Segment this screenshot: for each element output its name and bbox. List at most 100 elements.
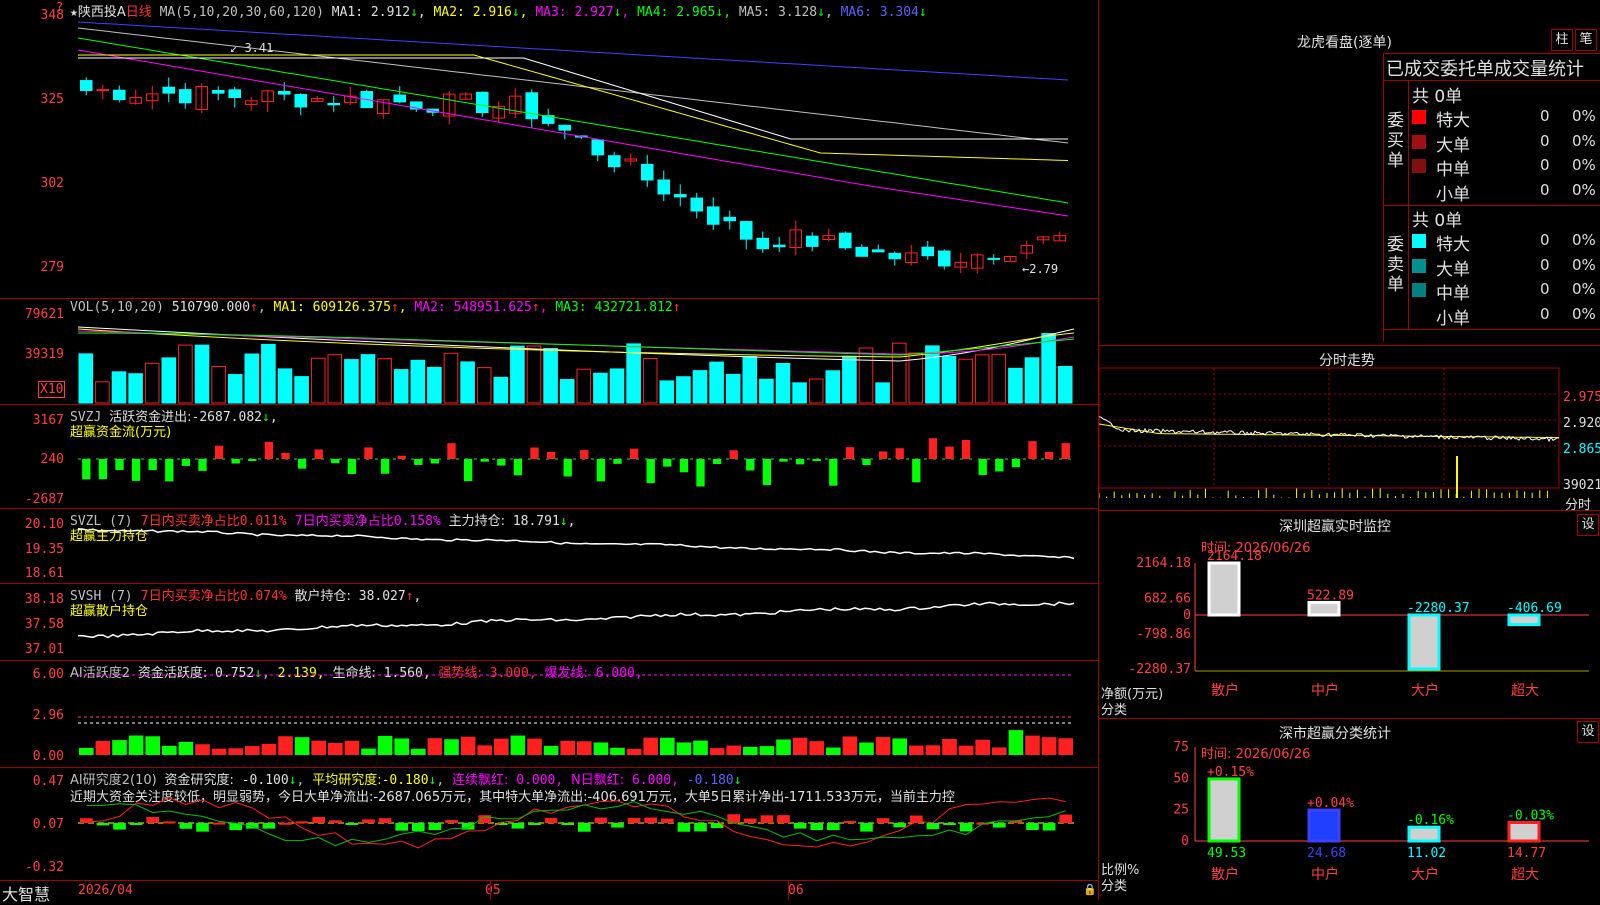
research-bar bbox=[926, 823, 940, 830]
flow-bar bbox=[165, 459, 174, 482]
flow-bar bbox=[995, 459, 1004, 472]
order-row: 大单 0 0% bbox=[1412, 255, 1600, 280]
sz-monitor-panel: 深圳超赢实时监控 设 时间: 2026/06/26 2164.18 682.66 0… bbox=[1099, 510, 1600, 719]
pen-mode-button[interactable]: 笔 bbox=[1575, 29, 1597, 51]
research-bar bbox=[196, 823, 209, 832]
order-type-label: 大单 bbox=[1436, 259, 1470, 280]
activity-bar bbox=[477, 745, 492, 755]
research-bar bbox=[677, 823, 691, 832]
activity-bar bbox=[992, 747, 1007, 755]
intraday-chart[interactable] bbox=[1099, 346, 1600, 511]
order-count: 0 bbox=[1540, 131, 1550, 150]
monitor-category: 中户 bbox=[1311, 682, 1339, 699]
candlestick-chart[interactable] bbox=[0, 0, 1098, 298]
price-pane[interactable]: ? ★陕西投A日线 MA(5,10,20,30,60,120) MA1: 2.9… bbox=[0, 0, 1098, 299]
ai-active-pane[interactable]: AI活跃度2 资金活跃度: 0.752↓, 2.139, 生命线: 1.560,… bbox=[0, 661, 1098, 768]
date-label: 2026/04 bbox=[78, 883, 133, 898]
activity-bar bbox=[79, 747, 94, 755]
monitor-category: 散户 bbox=[1211, 682, 1239, 699]
candle-body bbox=[855, 246, 869, 257]
flow-bar bbox=[845, 447, 855, 459]
research-bar bbox=[80, 818, 93, 823]
flow-bar bbox=[928, 438, 938, 459]
high-price-label: ↙ 3.41 bbox=[230, 41, 274, 55]
candle-body bbox=[756, 237, 770, 250]
intraday-panel[interactable]: 分时走势 2.975 2.920 2.865 39021 分时 bbox=[1099, 345, 1600, 513]
monitor-ytick: 0 bbox=[1183, 608, 1191, 623]
sz-class-xlabel: 分类 bbox=[1101, 879, 1128, 894]
intraday-vol-label: 39021 bbox=[1563, 478, 1600, 493]
candle-body bbox=[178, 89, 192, 104]
activity-bar bbox=[709, 748, 725, 755]
order-count: 0 bbox=[1540, 107, 1550, 125]
order-pct: 0% bbox=[1572, 180, 1596, 199]
date-label: 06 bbox=[788, 883, 804, 898]
ai-active-chart[interactable] bbox=[0, 661, 1098, 767]
class-ytick: 50 bbox=[1173, 771, 1189, 786]
svzj-pane[interactable]: SVZJ 活跃资金进出:-2687.082↓, 超赢资金流(万元) 3167 2… bbox=[0, 405, 1098, 509]
buy-divider bbox=[1408, 81, 1409, 205]
activity-bar bbox=[925, 745, 941, 755]
order-color-swatch bbox=[1412, 308, 1426, 322]
intraday-ytick: 2.975 bbox=[1563, 390, 1600, 405]
flow-bar bbox=[679, 459, 689, 473]
research-bar bbox=[744, 818, 757, 823]
candle-body bbox=[888, 252, 902, 260]
svsh-chart[interactable] bbox=[0, 584, 1098, 660]
order-type-label: 大单 bbox=[1436, 135, 1470, 156]
class-category: 大户 bbox=[1411, 866, 1439, 883]
activity-bar bbox=[344, 740, 360, 755]
bar-mode-button[interactable]: 柱 bbox=[1551, 29, 1573, 51]
sz-class-panel: 深市超赢分类统计 设 时间: 2026/06/26 75 50 25 0 +0.15% 4… bbox=[1099, 718, 1600, 901]
candle-body bbox=[640, 163, 654, 181]
monitor-bar bbox=[1307, 600, 1341, 617]
svsh-pane[interactable]: SVSH (7) 7日内买卖净占比0.074% 散户持仓: 38.027↑, 超… bbox=[0, 584, 1098, 661]
candle-body bbox=[558, 124, 572, 131]
order-type-label: 中单 bbox=[1436, 284, 1470, 304]
svzj-chart[interactable] bbox=[0, 405, 1098, 508]
volume-chart[interactable] bbox=[0, 299, 1098, 404]
ai-research-chart[interactable] bbox=[0, 768, 1098, 880]
sz-class-chart[interactable]: 75 50 25 0 +0.15% 49.53 散户 +0.04% 24.68 中户 -0.16% 1… bbox=[1099, 719, 1600, 901]
activity-bar bbox=[444, 739, 459, 755]
candle-body bbox=[871, 249, 885, 253]
candle-body bbox=[723, 216, 737, 222]
class-ytick: 75 bbox=[1173, 740, 1189, 755]
date-axis: 大智慧 2026/04 05 06 🔒 bbox=[0, 880, 1098, 904]
order-row: 特大 0 0% bbox=[1412, 230, 1600, 255]
volume-bar bbox=[1041, 333, 1056, 404]
sz-monitor-xlabel: 分类 bbox=[1101, 703, 1128, 718]
research-bar bbox=[345, 823, 359, 825]
activity-bar bbox=[809, 741, 824, 755]
order-pct: 0% bbox=[1572, 280, 1596, 298]
volume-pane[interactable]: VOL(5,10,20) 510790.000↑, MA1: 609126.37… bbox=[0, 299, 1098, 405]
monitor-bar bbox=[1507, 613, 1541, 627]
ai-research-pane[interactable]: AI研究度2(10) 资金研究度: -0.100↓, 平均研究度:-0.180↓… bbox=[0, 768, 1098, 880]
svzl-chart[interactable] bbox=[0, 509, 1098, 583]
volume-bar bbox=[609, 368, 625, 404]
monitor-category: 超大 bbox=[1511, 683, 1539, 699]
order-count: 0 bbox=[1540, 304, 1550, 323]
candle-body bbox=[657, 179, 671, 195]
activity-bar bbox=[593, 742, 609, 755]
volume-bar bbox=[775, 363, 791, 404]
chart-area[interactable]: ? ★陕西投A日线 MA(5,10,20,30,60,120) MA1: 2.9… bbox=[0, 0, 1098, 904]
activity-bar bbox=[377, 735, 393, 755]
volume-bar bbox=[443, 352, 459, 404]
svzl-pane[interactable]: SVZL (7) 7日内买卖净占比0.011% 7日内买卖净占比0.158% 主… bbox=[0, 509, 1098, 584]
flow-bar bbox=[629, 448, 639, 459]
candle-body bbox=[838, 232, 852, 249]
volume-bar bbox=[510, 345, 525, 404]
research-bar bbox=[295, 821, 309, 824]
monitor-bar bbox=[1407, 613, 1441, 671]
volume-bar bbox=[891, 342, 907, 404]
research-bar bbox=[876, 818, 890, 823]
intraday-ytick: 2.920 bbox=[1563, 416, 1600, 431]
research-bar bbox=[461, 823, 475, 830]
sz-monitor-chart[interactable]: 2164.18 682.660 -798.86 -2280.37 2164.18 散户 52… bbox=[1099, 511, 1600, 719]
research-bar bbox=[129, 823, 143, 825]
order-row: 中单 0 0% bbox=[1412, 279, 1600, 304]
lock-icon[interactable]: 🔒 bbox=[1083, 883, 1097, 896]
volume-bar bbox=[178, 344, 193, 404]
flow-bar bbox=[729, 450, 738, 459]
